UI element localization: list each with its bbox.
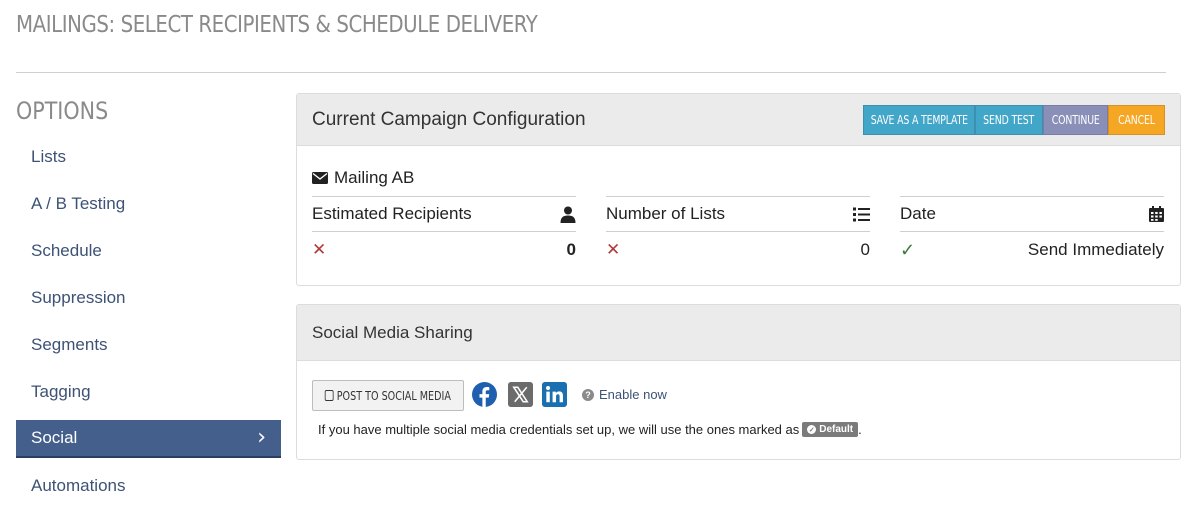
sidebar-item-label: Social <box>31 428 78 447</box>
list-icon <box>853 207 870 221</box>
stat-value: 0 <box>566 240 576 259</box>
x-twitter-icon[interactable] <box>508 382 533 407</box>
note-text: If you have multiple social media creden… <box>318 422 800 437</box>
stat-date: Date ✓ Send Immediately <box>900 196 1164 268</box>
sidebar-item-label: Suppression <box>31 288 126 307</box>
checkbox-icon <box>324 390 334 401</box>
stat-header: Date <box>900 196 1164 232</box>
button-label: SEND TEST <box>983 112 1035 127</box>
panel-header: Social Media Sharing <box>297 305 1180 361</box>
stat-estimated-recipients: Estimated Recipients ✕ 0 <box>312 196 576 268</box>
button-label: CANCEL <box>1118 112 1155 127</box>
sidebar-item-label: Automations <box>31 476 126 495</box>
action-button-group: SAVE AS A TEMPLATE SEND TEST CONTINUE CA… <box>863 104 1165 135</box>
save-as-template-button[interactable]: SAVE AS A TEMPLATE <box>863 104 975 135</box>
check-circle-icon: ✓ <box>807 425 817 434</box>
panel-title: Current Campaign Configuration <box>312 108 586 130</box>
send-test-button[interactable]: SEND TEST <box>975 104 1043 135</box>
button-label: CONTINUE <box>1051 112 1100 127</box>
sidebar-item-social[interactable]: Social › <box>16 420 281 458</box>
credentials-note: If you have multiple social media creden… <box>318 422 862 437</box>
sidebar-item-segments[interactable]: Segments <box>16 326 281 364</box>
chevron-right-icon: › <box>257 425 266 450</box>
button-label: SAVE AS A TEMPLATE <box>870 112 968 127</box>
stat-label: Estimated Recipients <box>312 204 472 223</box>
x-icon: ✕ <box>606 240 621 259</box>
calendar-icon <box>1149 206 1164 222</box>
options-heading: OPTIONS <box>16 97 109 125</box>
sidebar-item-ab-testing[interactable]: A / B Testing <box>16 185 281 223</box>
stat-number-of-lists: Number of Lists ✕ 0 <box>606 196 870 268</box>
question-icon: ? <box>582 388 594 401</box>
continue-button[interactable]: CONTINUE <box>1043 104 1108 135</box>
campaign-config-panel: Current Campaign Configuration SAVE AS A… <box>296 93 1181 286</box>
sidebar-item-suppression[interactable]: Suppression <box>16 279 281 317</box>
sidebar-item-schedule[interactable]: Schedule <box>16 232 281 270</box>
page-title: MAILINGS: SELECT RECIPIENTS & SCHEDULE D… <box>16 12 538 38</box>
stat-value: Send Immediately <box>1027 240 1164 259</box>
social-sharing-panel: Social Media Sharing POST TO SOCIAL MEDI… <box>296 304 1181 460</box>
panel-title: Social Media Sharing <box>312 322 473 342</box>
sidebar-nav: Lists A / B Testing Schedule Suppression… <box>16 138 281 514</box>
enable-now-link[interactable]: ? Enable now <box>582 387 667 402</box>
stat-label: Date <box>900 204 936 223</box>
stat-label: Number of Lists <box>606 204 726 223</box>
linkedin-icon[interactable] <box>542 382 567 407</box>
title-divider <box>16 72 1166 73</box>
default-badge: ✓ Default <box>802 422 859 437</box>
user-icon <box>560 206 576 223</box>
sidebar-item-label: Tagging <box>31 382 91 401</box>
x-icon: ✕ <box>312 240 327 259</box>
sidebar-item-label: A / B Testing <box>31 194 126 213</box>
enable-now-label: Enable now <box>599 387 667 402</box>
badge-label: Default <box>819 424 854 435</box>
sidebar-item-label: Lists <box>31 147 66 166</box>
note-end: . <box>858 422 862 437</box>
sidebar-item-label: Segments <box>31 335 108 354</box>
stat-header: Estimated Recipients <box>312 196 576 232</box>
button-label: POST TO SOCIAL MEDIA <box>336 388 452 403</box>
cancel-button[interactable]: CANCEL <box>1108 104 1165 135</box>
post-to-social-media-button[interactable]: POST TO SOCIAL MEDIA <box>312 380 464 411</box>
panel-header: Current Campaign Configuration SAVE AS A… <box>297 94 1180 146</box>
sidebar-item-tagging[interactable]: Tagging <box>16 373 281 411</box>
mailing-name: Mailing AB <box>312 168 414 188</box>
sidebar-item-automations[interactable]: Automations <box>16 467 281 505</box>
mailing-name-text: Mailing AB <box>334 168 415 187</box>
sidebar-item-label: Schedule <box>31 241 102 260</box>
stat-row: ✕ 0 <box>312 232 576 268</box>
facebook-icon[interactable] <box>472 382 497 407</box>
stat-row: ✕ 0 <box>606 232 870 268</box>
stat-header: Number of Lists <box>606 196 870 232</box>
sidebar-item-lists[interactable]: Lists <box>16 138 281 176</box>
stat-value: 0 <box>860 240 870 259</box>
stat-row: ✓ Send Immediately <box>900 232 1164 268</box>
check-icon: ✓ <box>900 239 916 260</box>
envelope-icon <box>312 172 328 184</box>
